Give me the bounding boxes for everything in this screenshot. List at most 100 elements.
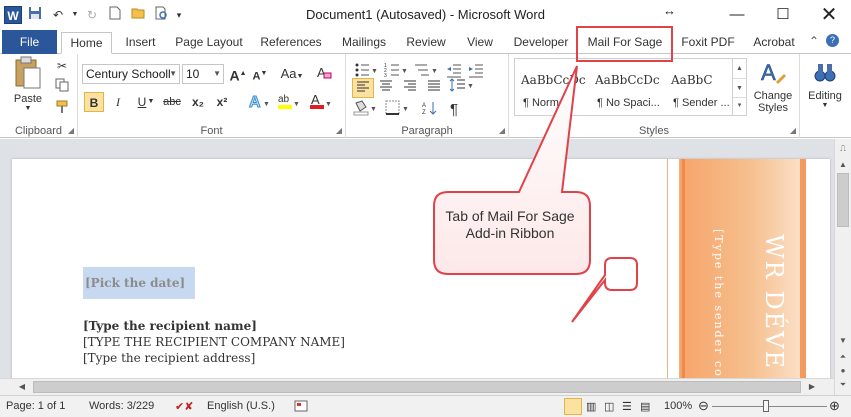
grow-font-icon[interactable]: A▲ [228,64,248,84]
undo-icon[interactable]: ↶ [48,6,68,24]
page-count[interactable]: Page: 1 of 1 [6,400,65,412]
ruler-toggle-icon[interactable]: ⎍ [837,143,849,155]
subscript-button[interactable]: x₂ [188,92,208,112]
language[interactable]: English (U.S.) [207,400,275,412]
zoom-level[interactable]: 100% [664,400,692,412]
font-family-select[interactable]: Century Schooll ▼ [82,64,180,84]
align-left-button[interactable] [352,78,374,98]
scroll-up-icon[interactable]: ▲ [837,159,849,171]
undo-dropdown-icon[interactable]: ▼ [71,6,79,24]
word-count[interactable]: Words: 3/229 [89,400,154,412]
zoom-slider[interactable] [712,406,827,407]
sidebar-subtitle[interactable]: [Type the sender co [712,229,725,378]
new-doc-icon[interactable] [105,6,125,24]
scroll-left-icon[interactable]: ◀ [16,381,28,393]
save-icon[interactable] [25,6,45,24]
style-normal[interactable]: AaBbCcDc ¶ Normal [515,59,591,115]
shrink-font-icon[interactable]: A▼ [250,64,270,84]
shading-icon[interactable]: ▼ [352,100,378,120]
change-styles-button[interactable]: A Change Styles [750,58,796,114]
customize-qat-icon[interactable]: ▾ [174,6,184,24]
recipient-name[interactable]: [Type the recipient name] [83,319,257,333]
borders-icon[interactable]: ▼ [384,100,410,120]
change-case-icon[interactable]: Aa▼ [278,64,306,84]
tab-acrobat[interactable]: Acrobat [748,32,800,54]
macro-record-icon[interactable] [294,400,308,415]
vertical-scrollbar[interactable]: ⎍ ▲ ▼ ⏶ ● ⏷ [834,139,851,395]
show-formatting-icon[interactable]: ¶ [444,100,464,120]
highlight-color-icon[interactable]: ab ▼ [276,92,302,112]
horizontal-scrollbar[interactable]: ◀ ▶ [0,378,834,395]
maximize-button[interactable]: ☐ [760,0,806,30]
paragraph-launcher-icon[interactable]: ◢ [499,126,505,135]
styles-launcher-icon[interactable]: ◢ [790,126,796,135]
font-size-select[interactable]: 10 ▼ [182,64,224,84]
minimize-ribbon-icon[interactable]: ⌃ [809,34,819,48]
proofing-icon[interactable]: ✔✘ [175,400,193,413]
font-color-icon[interactable]: A ▼ [308,92,334,112]
cut-icon[interactable]: ✂ [52,56,72,76]
scroll-up-icon[interactable]: ▲ [733,59,746,78]
select-browse-object-icon[interactable]: ● [837,365,849,377]
tab-file[interactable]: File [2,30,57,54]
styles-scroll[interactable]: ▲ ▼ ▾ [732,59,746,115]
redo-icon[interactable]: ↻ [82,6,102,24]
paste-dropdown-icon[interactable]: ▼ [6,105,50,112]
document-page[interactable]: [Pick the date] [Type the recipient name… [12,159,830,378]
outline-view-icon[interactable]: ☰ [622,400,632,413]
strikethrough-button[interactable]: abc [160,92,184,112]
line-spacing-icon[interactable]: ▼ [448,78,474,98]
close-button[interactable]: ✕ [806,0,851,30]
scroll-thumb[interactable] [837,173,849,227]
next-page-icon[interactable]: ⏷ [837,379,849,391]
word-logo-icon[interactable]: W [4,6,22,24]
date-field[interactable]: [Pick the date] [83,267,195,299]
clear-formatting-icon[interactable]: A [314,64,334,84]
tab-mailings[interactable]: Mailings [336,32,392,54]
more-styles-icon[interactable]: ▾ [733,97,746,113]
text-effects-icon[interactable]: A ▼ [246,92,272,112]
justify-button[interactable] [424,78,444,98]
paste-button[interactable]: Paste ▼ [6,56,50,112]
format-painter-icon[interactable] [52,100,72,120]
underline-dropdown-icon[interactable]: ▼ [146,92,156,112]
sidebar-title[interactable]: WR DÉVE [760,234,788,370]
align-right-button[interactable] [400,78,420,98]
scroll-down-icon[interactable]: ▼ [733,78,746,97]
full-screen-reading-icon[interactable]: ▥ [586,400,596,413]
recipient-address[interactable]: [Type the recipient address] [83,351,255,365]
superscript-button[interactable]: x² [212,92,232,112]
open-icon[interactable] [128,6,148,24]
scroll-right-icon[interactable]: ▶ [806,381,818,393]
clipboard-launcher-icon[interactable]: ◢ [68,126,74,135]
print-layout-view-icon[interactable] [564,398,582,415]
print-preview-icon[interactable] [151,6,171,24]
scroll-thumb[interactable] [33,381,801,393]
bold-button[interactable]: B [84,92,104,112]
scroll-down-icon[interactable]: ▼ [837,335,849,347]
zoom-slider-knob[interactable] [763,400,769,412]
recipient-company[interactable]: [TYPE THE RECIPIENT COMPANY NAME] [83,335,345,349]
sort-icon[interactable]: AZ [420,100,440,120]
style-no-spacing[interactable]: AaBbCcDc ¶ No Spaci... [589,59,665,115]
tab-home[interactable]: Home [61,32,112,54]
italic-button[interactable]: I [108,92,128,112]
web-layout-icon[interactable]: ◫ [604,400,614,413]
editing-button[interactable]: Editing ▼ [804,58,846,109]
tab-review[interactable]: Review [402,32,450,54]
previous-page-icon[interactable]: ⏶ [837,351,849,363]
tab-developer[interactable]: Developer [509,32,573,54]
align-center-button[interactable] [376,78,396,98]
minimize-button[interactable]: — [714,0,760,30]
copy-icon[interactable] [52,78,72,98]
zoom-in-icon[interactable]: ⊕ [829,398,840,414]
tab-foxit-pdf[interactable]: Foxit PDF [677,32,739,54]
draft-view-icon[interactable]: ▤ [640,400,650,413]
tab-view[interactable]: View [461,32,499,54]
zoom-out-icon[interactable]: ⊖ [698,398,709,414]
tab-page-layout[interactable]: Page Layout [170,32,248,54]
tab-insert[interactable]: Insert [118,32,163,54]
style-sender[interactable]: AaBbC ¶ Sender ... [665,59,733,115]
font-launcher-icon[interactable]: ◢ [336,126,342,135]
help-icon[interactable]: ? [826,34,840,47]
